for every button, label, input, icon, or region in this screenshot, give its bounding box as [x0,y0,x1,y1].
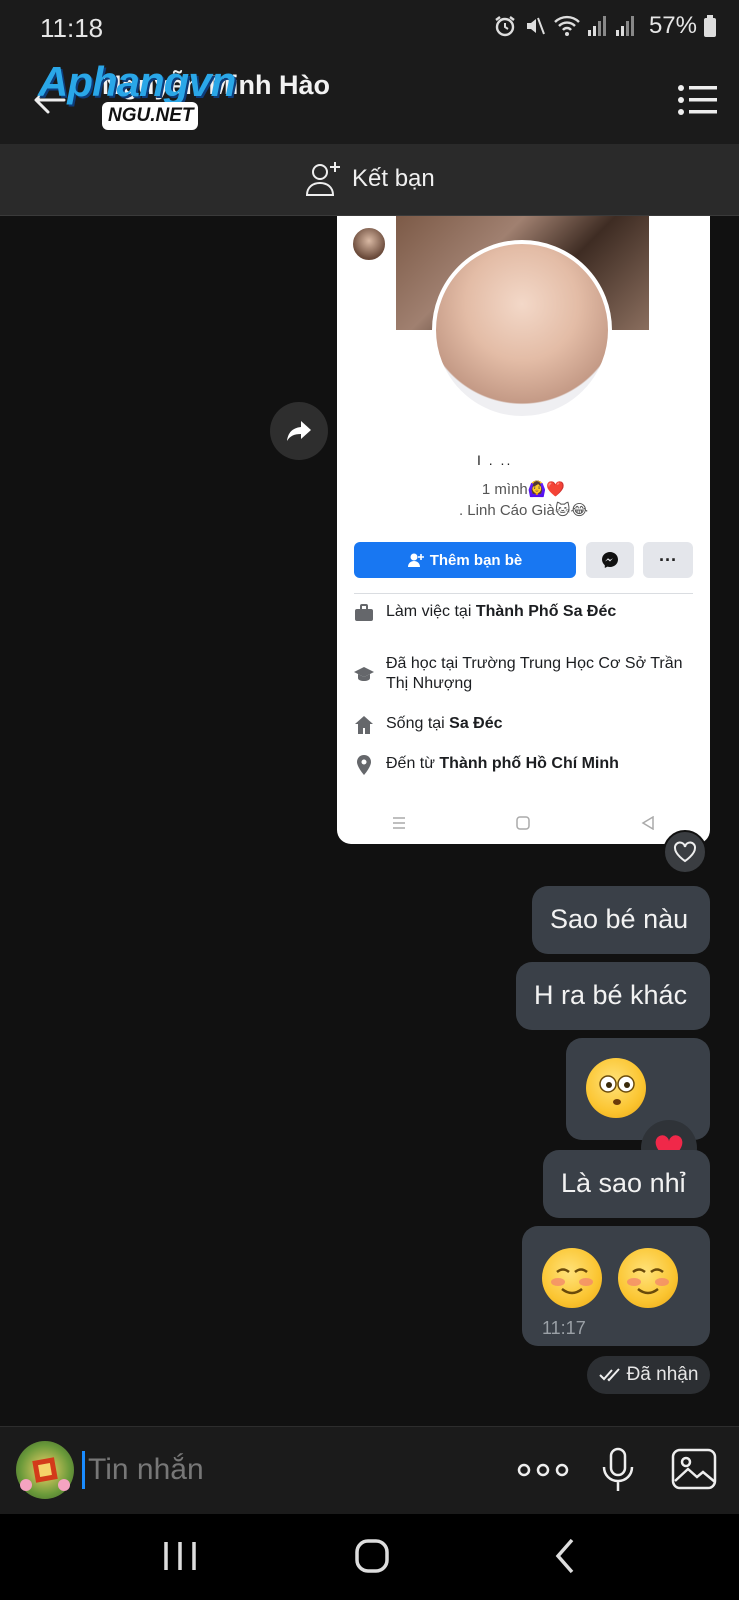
shared-profile-screenshot[interactable]: I . .. 1 mình🙆‍♀️❤️ . Linh Cáo Già🐱😂 Thê… [337,216,710,844]
signal-icon-1 [587,16,606,36]
briefcase-icon [355,604,373,621]
blushing-face-emoji [618,1248,678,1308]
info-lives-place: Sa Đéc [449,715,503,732]
recents-icon [393,817,406,829]
watermark-brand: Aphangvn [38,58,236,105]
message-bubble[interactable]: Là sao nhỉ [543,1150,710,1218]
home-icon [355,716,373,734]
recent-apps-icon[interactable] [158,1536,202,1576]
status-time: 11:18 [40,13,104,43]
small-avatar [351,226,387,262]
emoji-message-bubble[interactable] [566,1038,710,1140]
message-text: Sao bé nàu [550,904,689,934]
sticker-button[interactable] [16,1441,74,1499]
battery-percentage: 57% [648,12,697,39]
text-caret [82,1451,85,1489]
back-triangle-icon [641,816,654,830]
delivery-status-text: Đã nhận [626,1364,699,1385]
divider [354,593,693,594]
graduation-cap-icon [354,667,374,681]
add-user-icon [305,162,340,196]
profile-more-button: ··· [643,542,693,578]
profile-picture [432,240,612,420]
flushed-face-icon [599,1075,635,1105]
home-square-icon [516,816,531,830]
info-from-place: Thành phố Hồ Chí Minh [439,755,619,772]
home-button-icon[interactable] [350,1536,394,1576]
screenshot-nav-bar [337,802,710,844]
double-check-icon [598,1368,620,1382]
signal-icon-2 [615,16,634,36]
info-from-prefix: Đến từ [386,755,440,772]
watermark-badge: NGU.NET [102,102,198,130]
add-user-icon [407,553,424,567]
status-icons: 57% [493,12,717,40]
system-navigation-bar [0,1514,739,1600]
image-gallery-icon[interactable] [670,1447,718,1491]
info-work-place: Thành Phố Sa Đéc [475,603,617,620]
info-education-text: Đã học tại Trường Trung Học Cơ Sở Trần T… [386,655,683,692]
blushing-face-icon [551,1268,593,1295]
blushing-face-emoji [542,1248,602,1308]
microphone-icon[interactable] [600,1447,636,1493]
message-input[interactable] [88,1447,468,1493]
message-input-bar [0,1426,739,1514]
profile-add-friend-label: Thêm bạn bè [429,551,523,569]
info-row-lives: Sống tại Sa Đéc [354,714,699,735]
react-heart-button[interactable] [663,830,707,874]
message-text: H ra bé khác [534,980,688,1010]
add-friend-bar[interactable]: Kết bạn [0,144,739,216]
watermark-logo: Aphangvn NGU.NET [38,58,268,136]
message-text: Là sao nhỉ [561,1168,686,1198]
messenger-icon [602,552,618,568]
sticker-icon [20,1457,70,1491]
profile-bio-line-1: 1 mình🙆‍♀️❤️ [481,481,566,498]
location-pin-icon [357,755,371,775]
message-timestamp: 11:17 [542,1318,586,1338]
message-bubble[interactable]: Sao bé nàu [532,886,710,954]
profile-add-friend-button: Thêm bạn bè [354,542,576,578]
info-row-from: Đến từ Thành phố Hồ Chí Minh [354,754,699,775]
emoji-message-bubble[interactable]: 11:17 [522,1226,710,1346]
profile-name-redacted: I . .. [477,452,513,468]
profile-messenger-button [586,542,634,578]
mute-icon [526,17,545,35]
battery-icon [704,15,716,37]
add-friend-label: Kết bạn [352,165,435,192]
info-row-education: Đã học tại Trường Trung Học Cơ Sở Trần T… [354,654,699,694]
info-lives-prefix: Sống tại [386,715,450,732]
info-work-prefix: Làm việc tại [386,603,476,620]
share-arrow-icon [287,421,311,441]
flushed-face-emoji [586,1058,646,1118]
back-chevron-icon[interactable] [544,1536,588,1576]
forward-button[interactable] [270,402,328,460]
alarm-icon [495,16,515,37]
wifi-icon [554,15,580,36]
heart-outline-icon [674,841,696,863]
menu-list-icon[interactable] [677,82,717,118]
profile-bio-line-2: . Linh Cáo Già🐱😂 [458,502,589,519]
info-row-work: Làm việc tại Thành Phố Sa Đéc [354,602,699,623]
more-options-icon[interactable] [516,1457,570,1483]
delivery-status: Đã nhận [587,1356,710,1394]
status-bar: 11:18 57% [0,0,739,56]
add-friend-button[interactable]: Kết bạn [304,160,435,198]
blushing-face-icon [627,1268,669,1295]
message-bubble[interactable]: H ra bé khác [516,962,710,1030]
